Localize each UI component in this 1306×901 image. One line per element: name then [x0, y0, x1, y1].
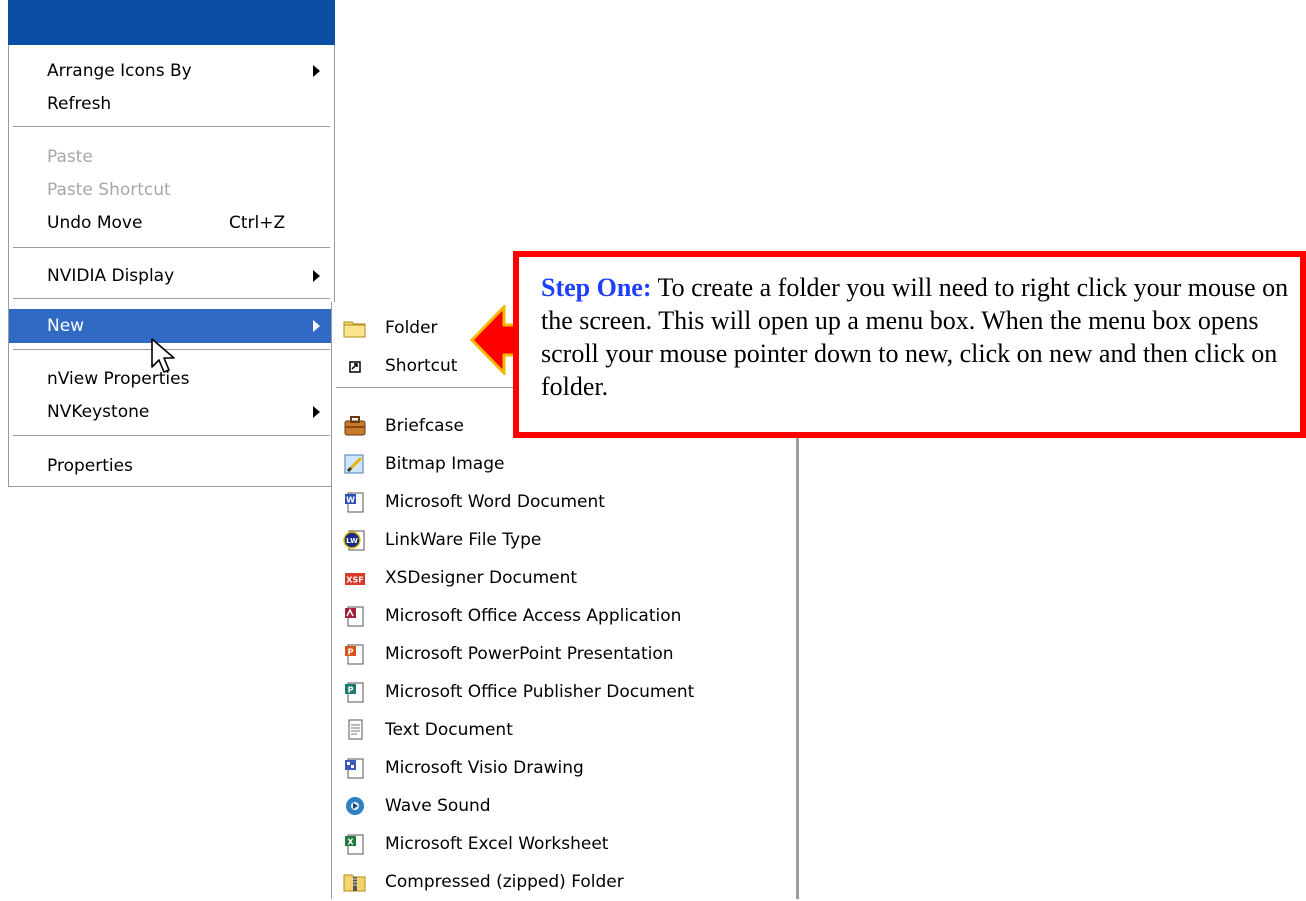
svg-text:P: P [348, 648, 354, 657]
submenu-item-wave-sound[interactable]: Wave Sound [332, 787, 796, 825]
submenu-item-label: Bitmap Image [385, 454, 505, 474]
instruction-callout: Step One: To create a folder you will ne… [513, 251, 1306, 438]
submenu-item-label: Microsoft Visio Drawing [385, 758, 584, 778]
menu-item-label: New [47, 316, 85, 336]
menu-item-label: NVIDIA Display [47, 266, 175, 286]
shortcut-icon [349, 361, 361, 373]
menu-item-nvidia-display[interactable]: NVIDIA Display [9, 259, 334, 293]
text-document-icon [348, 719, 363, 740]
menu-item-undo-move[interactable]: Undo Move Ctrl+Z [9, 206, 334, 240]
submenu-item-label: Shortcut [385, 356, 458, 376]
svg-text:P: P [348, 686, 354, 695]
menu-item-label: Arrange Icons By [47, 61, 192, 81]
submenu-item-text-document[interactable]: Text Document [332, 711, 796, 749]
menu-item-label: Paste [47, 147, 93, 167]
menu-item-label: Paste Shortcut [47, 180, 171, 200]
submenu-item-label: Briefcase [385, 416, 464, 436]
submenu-arrow-icon [313, 270, 320, 282]
visio-icon [345, 758, 364, 779]
submenu-item-label: Microsoft Word Document [385, 492, 605, 512]
submenu-item-label: Wave Sound [385, 796, 491, 816]
submenu-item-publisher-document[interactable]: P Microsoft Office Publisher Document [332, 673, 796, 711]
submenu-item-compressed-folder[interactable]: Compressed (zipped) Folder [332, 863, 796, 901]
powerpoint-icon: P [345, 644, 364, 665]
excel-icon: X [345, 834, 364, 855]
menu-separator [13, 298, 330, 300]
menu-item-label: Undo Move [47, 213, 143, 233]
callout-step-label: Step One: [541, 273, 652, 302]
menu-item-paste-shortcut: Paste Shortcut [9, 173, 334, 207]
menu-separator [13, 126, 330, 128]
submenu-item-label: Microsoft Excel Worksheet [385, 834, 609, 854]
submenu-item-label: Text Document [385, 720, 513, 740]
submenu-item-label: Microsoft Office Publisher Document [385, 682, 695, 702]
bitmap-icon [344, 454, 364, 474]
xsdesigner-icon: XSF [345, 573, 365, 585]
publisher-icon: P [345, 682, 364, 703]
zip-folder-icon [343, 874, 366, 892]
submenu-item-linkware-file[interactable]: LW LinkWare File Type [332, 521, 796, 559]
submenu-item-access-application[interactable]: Microsoft Office Access Application [332, 597, 796, 635]
menu-item-paste: Paste [9, 140, 334, 174]
menu-item-label: NVKeystone [47, 402, 150, 422]
window-titlebar [8, 0, 335, 45]
menu-item-nvkeystone[interactable]: NVKeystone [9, 395, 334, 429]
submenu-item-label: XSDesigner Document [385, 568, 578, 588]
svg-text:X: X [347, 838, 354, 847]
menu-item-shortcut: Ctrl+Z [229, 213, 286, 233]
desktop-context-menu: Arrange Icons By Refresh Paste Paste Sho… [8, 45, 335, 487]
submenu-item-xsdesigner-document[interactable]: XSF XSDesigner Document [332, 559, 796, 597]
submenu-item-label: Folder [385, 318, 438, 338]
briefcase-icon [344, 416, 366, 436]
access-icon [345, 606, 364, 627]
submenu-item-powerpoint-presentation[interactable]: P Microsoft PowerPoint Presentation [332, 635, 796, 673]
submenu-item-label: LinkWare File Type [385, 530, 542, 550]
menu-item-refresh[interactable]: Refresh [9, 87, 334, 121]
submenu-arrow-icon [313, 406, 320, 418]
callout-body: To create a folder you will need to righ… [541, 273, 1289, 401]
submenu-arrow-icon [313, 65, 320, 77]
svg-text:XSF: XSF [346, 576, 363, 585]
submenu-item-label: Microsoft Office Access Application [385, 606, 682, 626]
menu-item-properties[interactable]: Properties [9, 449, 334, 483]
submenu-arrow-icon [313, 320, 320, 332]
wave-sound-icon [346, 797, 364, 815]
submenu-item-label: Compressed (zipped) Folder [385, 872, 624, 892]
submenu-item-excel-worksheet[interactable]: X Microsoft Excel Worksheet [332, 825, 796, 863]
linkware-icon: LW [343, 530, 365, 551]
word-icon: W [345, 492, 364, 513]
menu-separator [13, 435, 330, 437]
menu-item-label: Refresh [47, 94, 112, 114]
menu-separator [13, 247, 330, 249]
svg-text:W: W [346, 496, 355, 505]
svg-text:LW: LW [346, 537, 358, 545]
submenu-item-word-document[interactable]: W Microsoft Word Document [332, 483, 796, 521]
folder-icon [343, 321, 366, 338]
mouse-pointer-icon [151, 338, 175, 373]
submenu-item-label: Microsoft PowerPoint Presentation [385, 644, 674, 664]
callout-text: Step One: To create a folder you will ne… [541, 271, 1300, 403]
submenu-item-visio-drawing[interactable]: Microsoft Visio Drawing [332, 749, 796, 787]
submenu-item-bitmap-image[interactable]: Bitmap Image [332, 445, 796, 483]
menu-item-label: Properties [47, 456, 133, 476]
menu-item-arrange-icons-by[interactable]: Arrange Icons By [9, 54, 334, 88]
